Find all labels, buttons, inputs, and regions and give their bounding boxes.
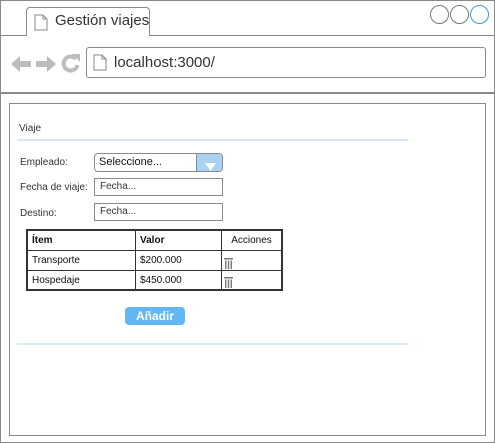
browser-tab[interactable]: Gestión viajes (26, 7, 150, 36)
back-arrow-icon[interactable] (10, 55, 32, 78)
empleado-select[interactable]: Seleccione... (94, 153, 223, 172)
minimize-window-button[interactable] (430, 5, 449, 24)
table-cell-valor: $200.000 (136, 251, 222, 271)
maximize-window-button[interactable] (450, 5, 469, 24)
destino-label: Destino: (20, 208, 57, 219)
table-cell-item: Transporte (28, 251, 136, 271)
column-header-item: Ítem (28, 231, 136, 251)
add-button[interactable]: Añadir (125, 307, 185, 325)
items-table: Ítem Valor Acciones Transporte $200.000 … (26, 229, 283, 291)
chevron-down-icon (205, 158, 216, 171)
empleado-label: Empleado: (20, 157, 68, 168)
section-divider (17, 343, 408, 345)
trash-icon[interactable] (224, 256, 233, 274)
table-cell-item: Hospedaje (28, 271, 136, 289)
section-divider (17, 139, 408, 141)
page-icon (34, 14, 48, 36)
page-icon (93, 54, 107, 76)
table-cell-valor: $450.000 (136, 271, 222, 289)
tab-title: Gestión viajes (55, 12, 150, 29)
empleado-select-value: Seleccione... (99, 156, 162, 168)
address-text: localhost:3000/ (114, 54, 215, 71)
fecha-label: Fecha de viaje: (20, 182, 88, 193)
fecha-field[interactable]: Fecha... (94, 178, 223, 196)
reload-icon[interactable] (61, 53, 81, 78)
column-header-acciones: Acciones (222, 231, 281, 251)
section-title: Viaje (19, 123, 42, 134)
destino-field[interactable]: Fecha... (94, 203, 223, 221)
address-bar[interactable]: localhost:3000/ (86, 47, 486, 78)
column-header-valor: Valor (136, 231, 222, 251)
close-window-button[interactable] (470, 5, 489, 24)
select-dropdown-button[interactable] (196, 154, 222, 171)
forward-arrow-icon[interactable] (35, 55, 57, 78)
toolbar-divider (0, 92, 495, 94)
trash-icon[interactable] (224, 275, 233, 293)
